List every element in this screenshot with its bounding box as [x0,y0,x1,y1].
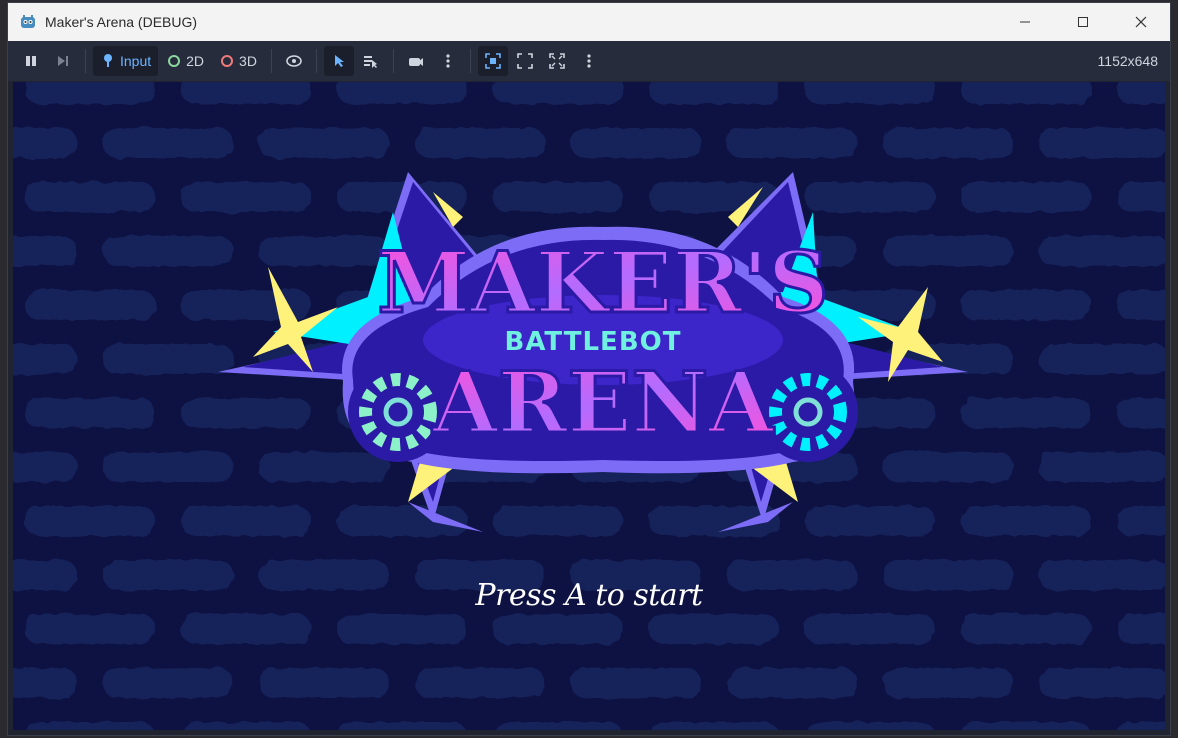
camera-options-button[interactable] [433,46,463,76]
pause-button[interactable] [16,46,46,76]
list-select-button[interactable] [356,46,386,76]
fullscreen-button[interactable] [542,46,572,76]
logo-title-makers: MAKER'S [377,233,828,332]
joystick-icon [104,54,112,67]
visibility-button[interactable] [279,46,309,76]
maximize-icon [1078,17,1088,27]
list-select-icon [363,56,377,68]
camera-icon [408,58,423,66]
kebab-menu-icon [587,54,591,68]
window-options-button[interactable] [574,46,604,76]
3d-node-icon [221,55,234,67]
select-tool-button[interactable] [323,46,354,76]
game-logo: MAKER'S BATTLEBOT ARENA [218,172,968,532]
minimize-button[interactable] [996,3,1054,41]
input-label: Input [120,53,152,69]
toolbar-divider [469,49,471,73]
embed-window-button[interactable] [477,46,508,76]
debug-toolbar: Input 2D 3D 1152x648 [8,41,1170,81]
2d-node-icon [168,55,181,67]
close-button[interactable] [1112,3,1170,41]
camera-button[interactable] [401,46,431,76]
pause-icon [26,56,36,66]
next-frame-icon [58,56,68,66]
mode-3d-label: 3D [239,53,257,69]
minimize-icon [1020,21,1030,23]
toolbar-divider [315,49,317,73]
next-frame-button[interactable] [48,46,78,76]
fit-icon [517,53,533,69]
mode-2d-button[interactable]: 2D [160,46,211,76]
eye-icon [286,55,302,67]
toolbar-divider [270,49,272,73]
window-title: Maker's Arena (DEBUG) [45,14,198,30]
mode-3d-button[interactable]: 3D [213,46,264,76]
game-viewport[interactable]: MAKER'S BATTLEBOT ARENA Press A to start [13,82,1165,730]
fit-button[interactable] [510,46,540,76]
logo-title-arena: ARENA [432,353,776,452]
game-window: Maker's Arena (DEBUG) Input 2D 3D 1152x6… [7,2,1171,736]
embed-window-icon [485,53,501,69]
maximize-button[interactable] [1054,3,1112,41]
input-toggle-button[interactable]: Input [93,46,159,76]
kebab-menu-icon [446,54,450,68]
press-start-prompt: Press A to start [475,578,703,613]
cursor-arrow-icon [334,55,344,67]
title-bar[interactable]: Maker's Arena (DEBUG) [8,3,1170,41]
toolbar-divider [85,49,86,73]
mode-2d-label: 2D [186,53,205,69]
godot-icon [21,15,35,28]
fullscreen-icon [549,53,565,69]
resolution-label: 1152x648 [1097,53,1158,69]
close-icon [1135,16,1147,28]
toolbar-divider [392,49,394,73]
